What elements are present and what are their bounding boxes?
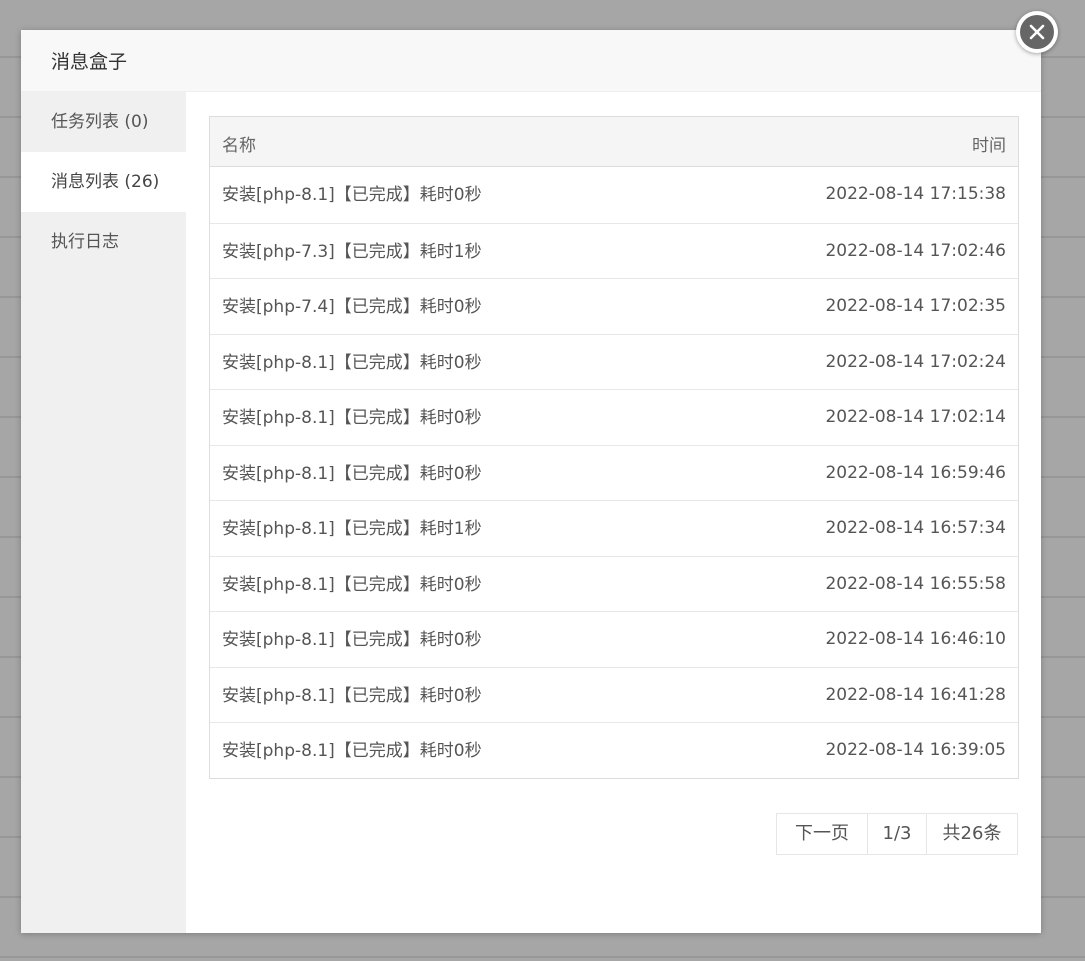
message-name: 安装[php-8.1]【已完成】耗时0秒 — [222, 185, 482, 205]
message-time: 2022-08-14 17:02:35 — [825, 296, 1006, 316]
message-name: 安装[php-8.1]【已完成】耗时0秒 — [222, 741, 482, 761]
modal-title: 消息盒子 — [51, 51, 128, 73]
message-time: 2022-08-14 16:46:10 — [825, 629, 1006, 649]
message-table: 名称 时间 安装[php-8.1]【已完成】耗时0秒 2022-08-14 17:… — [209, 116, 1019, 779]
column-header-time: 时间 — [972, 136, 1006, 156]
close-icon — [1020, 15, 1054, 49]
table-row: 安装[php-8.1]【已完成】耗时0秒 2022-08-14 17:15:38 — [210, 167, 1018, 223]
message-name: 安装[php-8.1]【已完成】耗时0秒 — [222, 630, 482, 650]
page-indicator: 1/3 — [867, 814, 926, 854]
message-name: 安装[php-7.4]【已完成】耗时0秒 — [222, 297, 482, 317]
column-header-name: 名称 — [222, 136, 256, 156]
message-name: 安装[php-8.1]【已完成】耗时1秒 — [222, 519, 482, 539]
pagination: 下一页 1/3 共26条 — [776, 813, 1018, 855]
message-name: 安装[php-8.1]【已完成】耗时0秒 — [222, 408, 482, 428]
table-row: 安装[php-8.1]【已完成】耗时1秒 2022-08-14 16:57:34 — [210, 500, 1018, 556]
total-count: 共26条 — [926, 814, 1017, 854]
table-row: 安装[php-8.1]【已完成】耗时0秒 2022-08-14 16:41:28 — [210, 666, 1018, 723]
message-time: 2022-08-14 16:59:46 — [825, 462, 1006, 483]
table-row: 安装[php-8.1]【已完成】耗时0秒 2022-08-14 17:02:14 — [210, 389, 1018, 445]
table-row: 安装[php-8.1]【已完成】耗时0秒 2022-08-14 16:55:58 — [210, 555, 1018, 612]
message-time: 2022-08-14 16:41:28 — [825, 684, 1006, 705]
modal-header: 消息盒子 — [21, 30, 1041, 92]
message-time: 2022-08-14 16:39:05 — [825, 740, 1006, 760]
message-time: 2022-08-14 17:15:38 — [825, 184, 1006, 204]
table-row: 安装[php-8.1]【已完成】耗时0秒 2022-08-14 16:59:46 — [210, 444, 1018, 501]
table-row: 安装[php-7.3]【已完成】耗时1秒 2022-08-14 17:02:46 — [210, 222, 1018, 279]
sidebar: 任务列表 (0) 消息列表 (26) 执行日志 — [21, 92, 186, 933]
message-time: 2022-08-14 16:57:34 — [825, 518, 1006, 538]
sidebar-item-task-list[interactable]: 任务列表 (0) — [21, 92, 186, 152]
table-header: 名称 时间 — [210, 117, 1018, 167]
table-row: 安装[php-7.4]【已完成】耗时0秒 2022-08-14 17:02:35 — [210, 278, 1018, 334]
close-button[interactable] — [1016, 11, 1058, 53]
message-time: 2022-08-14 17:02:14 — [825, 407, 1006, 427]
message-box-modal: 消息盒子 任务列表 (0) 消息列表 (26) 执行日志 名称 时间 安装[ph… — [21, 11, 1058, 933]
message-name: 安装[php-8.1]【已完成】耗时0秒 — [222, 685, 482, 706]
message-name: 安装[php-7.3]【已完成】耗时1秒 — [222, 241, 482, 262]
message-name: 安装[php-8.1]【已完成】耗时0秒 — [222, 574, 482, 595]
sidebar-item-message-list[interactable]: 消息列表 (26) — [21, 152, 186, 212]
table-row: 安装[php-8.1]【已完成】耗时0秒 2022-08-14 17:02:24 — [210, 333, 1018, 390]
table-body: 安装[php-8.1]【已完成】耗时0秒 2022-08-14 17:15:38 安… — [210, 167, 1018, 778]
message-name: 安装[php-8.1]【已完成】耗时0秒 — [222, 352, 482, 373]
message-name: 安装[php-8.1]【已完成】耗时0秒 — [222, 463, 482, 484]
next-page-button[interactable]: 下一页 — [777, 814, 867, 854]
table-row: 安装[php-8.1]【已完成】耗时0秒 2022-08-14 16:46:10 — [210, 611, 1018, 667]
table-row: 安装[php-8.1]【已完成】耗时0秒 2022-08-14 16:39:05 — [210, 722, 1018, 778]
message-time: 2022-08-14 17:02:24 — [825, 351, 1006, 372]
message-time: 2022-08-14 16:55:58 — [825, 573, 1006, 594]
message-time: 2022-08-14 17:02:46 — [825, 240, 1006, 261]
sidebar-item-execution-log[interactable]: 执行日志 — [21, 212, 186, 272]
